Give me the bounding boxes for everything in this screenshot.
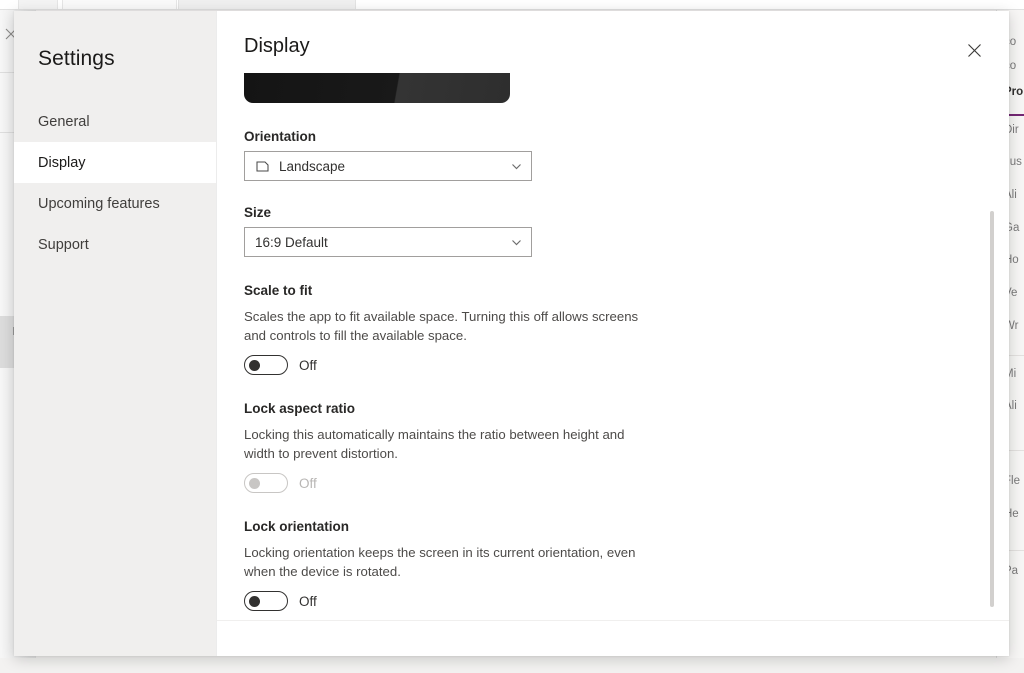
device-body [244,73,510,103]
chrome-tab-2[interactable] [62,0,177,9]
settings-dialog: Settings General Display Upcoming featur… [14,11,1009,656]
sidebar-item-general[interactable]: General [14,101,216,142]
orientation-label: Orientation [244,129,969,144]
section-description: Scales the app to fit available space. T… [244,307,644,345]
section-title: Lock aspect ratio [244,401,969,416]
lock-aspect-ratio-toggle [244,473,288,493]
toggle-state-label: Off [299,358,317,373]
orientation-value: Landscape [279,159,510,174]
page-title: Display [244,35,310,58]
sidebar-item-label: Display [38,155,86,171]
section-description: Locking orientation keeps the screen in … [244,543,644,581]
toggle-knob [249,596,260,607]
toggle-state-label: Off [299,594,317,609]
chrome-tab-1[interactable] [18,0,58,9]
section-lock-aspect-ratio: Lock aspect ratio Locking this automatic… [244,401,969,493]
section-title: Lock orientation [244,519,969,534]
toggle-state-label: Off [299,476,317,491]
size-label: Size [244,205,969,220]
chevron-down-icon [510,236,523,249]
sidebar-item-support[interactable]: Support [14,224,216,265]
sidebar-item-label: General [38,114,90,130]
section-description: Locking this automatically maintains the… [244,425,644,463]
dialog-footer [217,620,1009,656]
size-dropdown[interactable]: 16:9 Default [244,227,532,257]
size-value: 16:9 Default [255,235,510,250]
sidebar-item-display[interactable]: Display [14,142,216,183]
chrome-tab-3[interactable] [178,0,356,9]
lock-orientation-toggle[interactable] [244,591,288,611]
section-scale-to-fit: Scale to fit Scales the app to fit avail… [244,283,969,375]
chrome-divider [0,9,1024,10]
toggle-row: Off [244,355,969,375]
sidebar-item-label: Support [38,237,89,253]
chevron-down-icon [510,160,523,173]
settings-title: Settings [14,47,216,71]
toggle-row: Off [244,473,969,493]
settings-scroll-region: Orientation Landscape Size 16:9 Default [217,63,1009,620]
sidebar-item-upcoming-features[interactable]: Upcoming features [14,183,216,224]
section-title: Scale to fit [244,283,969,298]
device-preview-image [244,73,510,105]
content-scrollbar[interactable] [990,211,994,607]
settings-sidebar: Settings General Display Upcoming featur… [14,11,217,656]
sidebar-item-label: Upcoming features [38,196,160,212]
toggle-knob [249,360,260,371]
toggle-row: Off [244,591,969,611]
section-lock-orientation: Lock orientation Locking orientation kee… [244,519,969,611]
orientation-dropdown[interactable]: Landscape [244,151,532,181]
toggle-knob [249,478,260,489]
settings-content: Display Orientation [217,11,1009,656]
scale-to-fit-toggle[interactable] [244,355,288,375]
close-icon[interactable] [957,33,991,67]
landscape-page-icon [255,159,270,174]
